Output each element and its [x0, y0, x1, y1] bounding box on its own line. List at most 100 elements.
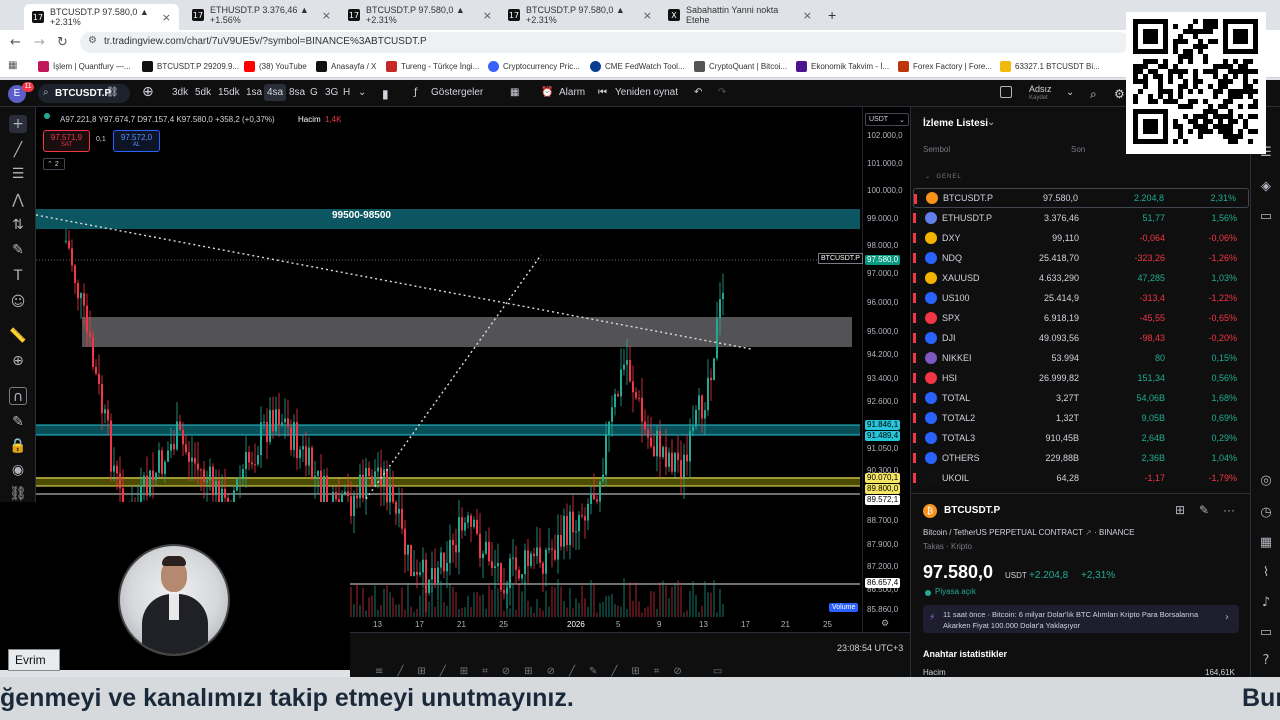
chevron-down-icon[interactable]: ⌄ — [1066, 87, 1074, 98]
clock-icon[interactable]: ◷ — [1257, 505, 1275, 523]
more-icon[interactable]: ··· — [1223, 503, 1235, 517]
reload-icon[interactable]: ↻ — [57, 35, 68, 50]
browser-tab-2[interactable]: 17 BTCUSDT.P 97.580,0 ▲ +2.31% × — [340, 4, 500, 26]
trend-line-icon[interactable]: ╱ — [9, 141, 27, 159]
back-icon[interactable]: ← — [10, 35, 21, 50]
compare-plus-icon[interactable]: ⊕ — [142, 84, 154, 100]
interval-3day[interactable]: 3G — [325, 87, 338, 98]
watchlist-title[interactable]: İzleme Listesi — [923, 118, 988, 129]
interval-1h[interactable]: 1sa — [246, 87, 262, 98]
volume-tag[interactable]: Volume — [829, 603, 859, 612]
watchlist-row[interactable]: BTCUSDT.P 97.580,0 2.204,8 2,31% — [913, 188, 1249, 208]
bookmark-5[interactable]: Cryptocurrency Pric... — [488, 61, 580, 72]
pattern-icon[interactable]: ⋀ — [9, 191, 27, 209]
layout-grid-icon[interactable]: ⊞ — [1175, 503, 1185, 517]
interval-day[interactable]: G — [310, 87, 318, 98]
new-tab-button[interactable]: + — [820, 4, 840, 26]
layout-square-icon[interactable] — [1000, 86, 1012, 98]
watchlist-row[interactable]: DJI 49.093,56 -98,43 -0,20% — [913, 328, 1249, 348]
price-scale[interactable]: USDT ⌄ 102.000,0 101.000,0 100.000,0 99.… — [862, 107, 910, 632]
lock-drawing-icon[interactable]: ✎ — [9, 413, 27, 431]
bookmark-3[interactable]: Anasayfa / X — [316, 61, 376, 72]
news-item[interactable]: ⚡ 11 saat önce · Bitcoin: 6 milyar Dolar… — [923, 605, 1239, 633]
quick-search-icon[interactable]: ⌕ — [1090, 87, 1097, 102]
link-icon[interactable]: ⛓ — [9, 485, 27, 503]
url-input[interactable]: ⚙ tr.tradingview.com/chart/7uV9UE5v/?sym… — [80, 32, 1130, 53]
watchlist-row[interactable]: DXY 99,110 -0,064 -0,06% — [913, 228, 1249, 248]
watchlist-row[interactable]: ETHUSDT.P 3.376,46 51,77 1,56% — [913, 208, 1249, 228]
settings-gear-icon[interactable]: ⚙ — [1114, 87, 1125, 101]
sell-button[interactable]: 97.571,9 SAT — [43, 130, 90, 152]
watchlist-row[interactable]: XAUUSD 4.633,290 47,285 1,03% — [913, 268, 1249, 288]
layout-name[interactable]: Adsız — [1029, 84, 1052, 94]
chat-icon[interactable]: ▭ — [1257, 209, 1275, 227]
bookmark-4[interactable]: Tureng - Türkçe İngi... — [386, 61, 479, 72]
link-icon[interactable]: ⛓ — [106, 87, 119, 98]
target-icon[interactable]: ◎ — [1257, 473, 1275, 491]
apps-grid-icon[interactable]: ▦ — [8, 60, 17, 71]
alert-button[interactable]: Alarm — [559, 87, 585, 98]
watchlist-row[interactable]: OTHERS 229,88B 2,36B 1,04% — [913, 448, 1249, 468]
currency-select[interactable]: USDT ⌄ — [865, 113, 909, 126]
resistance-zone[interactable] — [36, 209, 860, 229]
forward-icon[interactable]: → — [34, 35, 45, 50]
buy-button[interactable]: 97.572,0 AL — [113, 130, 160, 152]
bookmark-9[interactable]: Forex Factory | Fore... — [898, 61, 992, 72]
settings-gear-icon[interactable]: ⚙ — [881, 619, 889, 629]
rss-icon[interactable]: ⌇ — [1257, 565, 1275, 583]
layout-grid-icon[interactable]: ▦ — [510, 87, 519, 98]
drawing-shortcuts-icons[interactable]: ≡╱⊞╱⊞⌗⊘⊞⊘╱✎╱⊞⌗⊘ ▭ — [375, 666, 736, 677]
watchlist-row[interactable]: US100 25.414,9 -313,4 -1,22% — [913, 288, 1249, 308]
text-tool-icon[interactable]: T — [9, 267, 27, 285]
browser-tab-1[interactable]: 17 ETHUSDT.P 3.376,46 ▲ +1.56% × — [184, 4, 339, 26]
replay-button[interactable]: Yeniden oynat — [615, 87, 678, 98]
gray-zone[interactable] — [82, 317, 852, 347]
close-icon[interactable]: × — [162, 11, 171, 24]
bookmark-6[interactable]: CME FedWatch Tool... — [590, 61, 685, 72]
close-icon[interactable]: × — [643, 9, 652, 22]
zoom-in-icon[interactable]: ⊕ — [9, 352, 27, 370]
chevron-down-icon[interactable]: ⌄ — [987, 117, 995, 128]
watchlist-row[interactable]: UKOIL 64,28 -1,17 -1,79% — [913, 468, 1249, 488]
layers-icon[interactable]: ◈ — [1257, 179, 1275, 197]
bell-icon[interactable]: ♪ — [1257, 595, 1275, 613]
undo-icon[interactable]: ↶ — [694, 87, 702, 98]
magnet-icon[interactable]: ∩ — [9, 387, 27, 405]
candles-type-icon[interactable]: ▮ — [382, 87, 389, 101]
chevron-down-icon[interactable]: ⌄ — [358, 87, 366, 98]
eye-icon[interactable]: ◉ — [9, 461, 27, 479]
column-last[interactable]: Son — [1071, 145, 1085, 154]
close-icon[interactable]: × — [803, 9, 812, 22]
calendar-icon[interactable]: ▦ — [1257, 535, 1275, 553]
interval-4h[interactable]: 4sa — [264, 84, 287, 101]
watchlist-row[interactable]: TOTAL 3,27T 54,06B 1,68% — [913, 388, 1249, 408]
brush-icon[interactable]: ✎ — [9, 241, 27, 259]
interval-15m[interactable]: 15dk — [218, 87, 240, 98]
watchlist-row[interactable]: NIKKEI 53.994 80 0,15% — [913, 348, 1249, 368]
fib-retracement-icon[interactable]: ☰ — [9, 165, 27, 183]
watchlist-row[interactable]: TOTAL3 910,45B 2,64B 0,29% — [913, 428, 1249, 448]
bookmark-2[interactable]: (38) YouTube — [244, 61, 307, 72]
interval-8h[interactable]: 8sa — [289, 87, 305, 98]
browser-tab-4[interactable]: X Sabahattin Yanni nokta Etehe × — [660, 4, 820, 26]
indicators-button[interactable]: Göstergeler — [431, 87, 483, 98]
lock-icon[interactable]: 🔒 — [9, 437, 27, 455]
bookmark-0[interactable]: İşlem | Quantfury —... — [38, 61, 131, 72]
uptrend-line[interactable] — [365, 254, 542, 500]
help-icon[interactable]: ? — [1257, 653, 1275, 671]
watchlist-row[interactable]: SPX 6.918,19 -45,55 -0,65% — [913, 308, 1249, 328]
close-icon[interactable]: × — [322, 9, 331, 22]
site-info-icon[interactable]: ⚙ — [88, 35, 97, 46]
interval-week[interactable]: H — [343, 87, 350, 98]
watchlist-row[interactable]: NDQ 25.418,70 -323,26 -1,26% — [913, 248, 1249, 268]
edit-icon[interactable]: ✎ — [1199, 503, 1209, 517]
support-zone-teal[interactable] — [36, 425, 860, 435]
close-icon[interactable]: × — [483, 9, 492, 22]
detail-symbol[interactable]: BTCUSDT.P — [944, 505, 1000, 516]
browser-tab-3[interactable]: 17 BTCUSDT.P 97.580,0 ▲ +2.31% × — [500, 4, 660, 26]
chat-bubble-icon[interactable]: ▭ — [1257, 625, 1275, 643]
interval-3m[interactable]: 3dk — [172, 87, 188, 98]
emoji-icon[interactable]: ☺ — [9, 293, 27, 311]
crosshair-icon[interactable]: + — [9, 115, 27, 133]
browser-tab-0[interactable]: 17 BTCUSDT.P 97.580,0 ▲ +2.31% × — [24, 4, 179, 30]
